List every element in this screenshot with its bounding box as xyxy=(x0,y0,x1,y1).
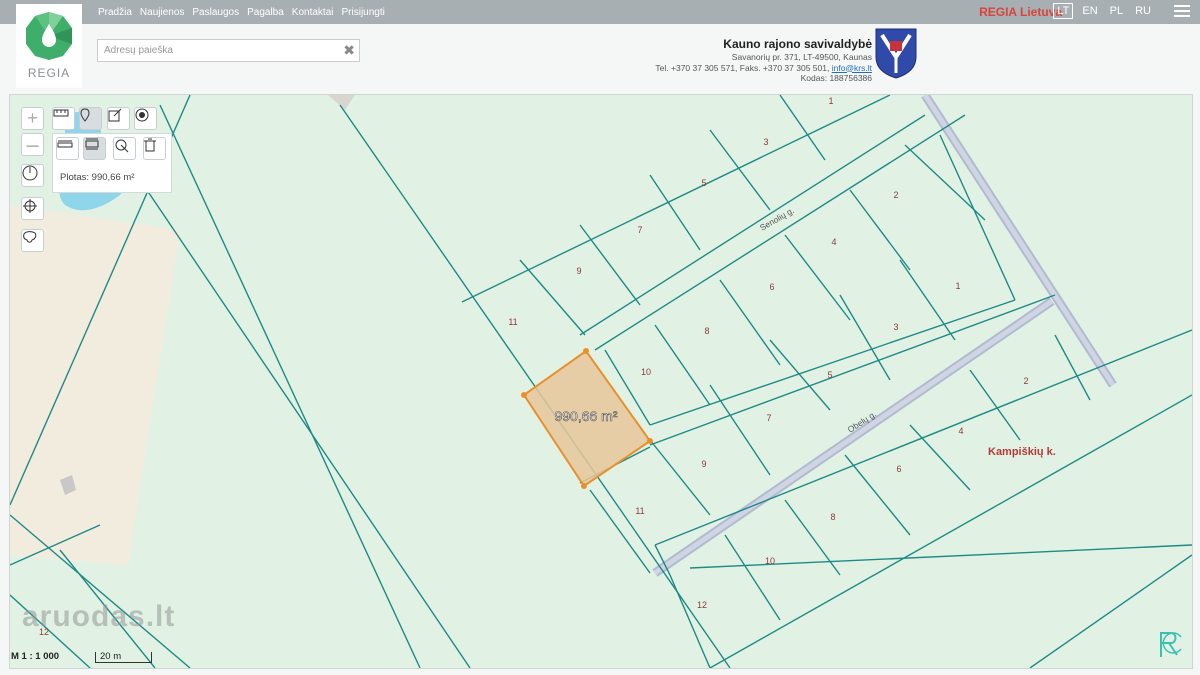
logo-label: REGIA xyxy=(27,66,71,80)
parcel-label: 7 xyxy=(766,413,771,423)
brand-link[interactable]: REGIA Lietuva xyxy=(979,5,1062,19)
nav-naujienos[interactable]: Naujienos xyxy=(140,7,184,18)
lang-pl[interactable]: PL xyxy=(1107,4,1126,18)
sand-area xyxy=(10,205,180,565)
delete-button[interactable] xyxy=(143,137,166,160)
parcel-label: 7 xyxy=(637,225,642,235)
road-vertical xyxy=(921,95,1117,388)
lang-ru[interactable]: RU xyxy=(1132,4,1154,18)
ruler-icon xyxy=(53,109,69,117)
parcel-label: 2 xyxy=(1023,376,1028,386)
parcel-label: 10 xyxy=(765,556,775,566)
scale-ratio-text: M 1 : 1 000 xyxy=(11,651,60,662)
municipality-info: Kauno rajono savivaldybė Savanorių pr. 3… xyxy=(655,36,872,84)
road-obelu xyxy=(652,297,1055,577)
regia-logo[interactable]: REGIA xyxy=(16,4,82,88)
cadastral-map: 990,66 m² 1 3 5 2 7 4 9 6 1 11 8 3 10 5 … xyxy=(10,95,1192,668)
scale-ratio: M 1 : 1 000 xyxy=(11,651,77,662)
distance-icon xyxy=(57,140,73,148)
nav-paslaugos[interactable]: Paslaugos xyxy=(192,7,239,18)
parcel-label: 8 xyxy=(704,326,709,336)
language-switcher: LT EN PL RU xyxy=(1053,3,1154,19)
parcel-label: 1 xyxy=(828,96,833,106)
radius-icon xyxy=(115,139,129,153)
parcel-label: 9 xyxy=(576,266,581,276)
parcel-label: 4 xyxy=(958,426,963,436)
measure-radius-button[interactable] xyxy=(113,137,136,160)
parcel-label: 10 xyxy=(641,367,651,377)
selected-parcel[interactable]: 990,66 m² xyxy=(521,348,653,489)
regia-drop-icon xyxy=(26,12,72,60)
coat-of-arms-icon xyxy=(875,28,917,79)
area-readout: Plotas: 990,66 m² xyxy=(60,172,135,183)
measure-ruler-button[interactable] xyxy=(52,107,75,130)
municipality-name: Kauno rajono savivaldybė xyxy=(723,37,872,51)
map-view[interactable]: 990,66 m² 1 3 5 2 7 4 9 6 1 11 8 3 10 5 … xyxy=(9,94,1193,669)
top-bar: Pradžia Naujienos Paslaugos Pagalba Kont… xyxy=(0,0,1200,24)
nav-pradzia[interactable]: Pradžia xyxy=(98,7,132,18)
parcel-label: 11 xyxy=(635,506,644,516)
parcel-label: 2 xyxy=(893,190,898,200)
area-select-button[interactable] xyxy=(21,229,44,252)
crosshair-icon xyxy=(23,199,37,213)
parcel-label: 1 xyxy=(955,281,960,291)
address-search: ✖ xyxy=(97,39,360,62)
close-icon[interactable]: ✖ xyxy=(343,42,355,58)
municipality-address: Savanorių pr. 371, LT-49500, Kaunas xyxy=(731,52,872,62)
parcel-label: 5 xyxy=(701,178,706,188)
parcel-label: 4 xyxy=(831,237,836,247)
parcel-label: 6 xyxy=(769,282,774,292)
parcel-labels: 1 3 5 2 7 4 9 6 1 11 8 3 10 5 7 2 4 9 6 … xyxy=(39,96,1029,637)
municipality-phone: Tel. +370 37 305 571, Faks. +370 37 305 … xyxy=(655,62,830,73)
zoom-in-button[interactable]: + xyxy=(21,107,44,130)
zoom-out-button[interactable]: — xyxy=(21,133,44,156)
edit-icon xyxy=(108,108,122,122)
compass-button[interactable] xyxy=(21,164,44,187)
municipality-email[interactable]: info@krs.lt xyxy=(832,63,872,73)
nav-kontaktai[interactable]: Kontaktai xyxy=(292,7,334,18)
compass-icon xyxy=(22,165,38,181)
search-input[interactable] xyxy=(98,41,340,60)
selected-area-label: 990,66 m² xyxy=(554,408,617,424)
trash-icon xyxy=(144,138,156,152)
measure-area-button[interactable] xyxy=(83,137,106,160)
record-button[interactable] xyxy=(134,107,157,130)
village-label: Kampiškių k. xyxy=(988,446,1056,458)
measure-distance-button[interactable] xyxy=(56,137,79,160)
edit-button[interactable] xyxy=(107,107,130,130)
parcel-label: 9 xyxy=(701,459,706,469)
municipality-contacts: Tel. +370 37 305 571, Faks. +370 37 305 … xyxy=(655,63,872,74)
municipality-code: Kodas: 188756386 xyxy=(800,73,872,83)
lang-lt[interactable]: LT xyxy=(1053,3,1074,19)
marker-button[interactable] xyxy=(79,107,102,130)
rc-logo-icon xyxy=(1160,632,1182,657)
parcel-label: 3 xyxy=(893,322,898,332)
locate-button[interactable] xyxy=(21,197,44,220)
watermark: aruodas.lt xyxy=(22,600,176,633)
menu-icon[interactable] xyxy=(1174,5,1190,19)
pin-icon xyxy=(80,108,90,122)
nav-pagalba[interactable]: Pagalba xyxy=(247,7,284,18)
area-icon xyxy=(85,138,99,150)
parcel-label: 12 xyxy=(697,600,707,610)
nav-prisijungti[interactable]: Prisijungti xyxy=(342,7,385,18)
parcel-label: 11 xyxy=(508,317,517,327)
parcel-label: 5 xyxy=(827,370,832,380)
top-nav: Pradžia Naujienos Paslaugos Pagalba Kont… xyxy=(98,0,385,24)
parcel-label: 3 xyxy=(763,137,768,147)
parcel-label: 8 xyxy=(830,512,835,522)
lang-en[interactable]: EN xyxy=(1079,4,1100,18)
shape-icon xyxy=(23,231,37,243)
target-icon xyxy=(135,108,149,122)
parcel-label: 6 xyxy=(896,464,901,474)
scale-bar: 20 m xyxy=(95,652,152,663)
